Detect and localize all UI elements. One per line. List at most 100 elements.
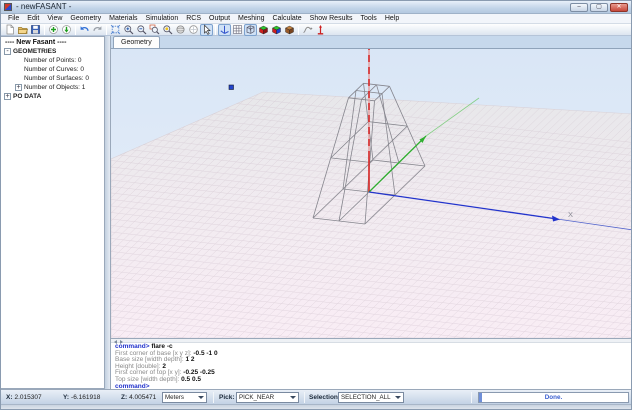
menu-show-results[interactable]: Show Results xyxy=(306,14,357,24)
menu-help[interactable]: Help xyxy=(381,14,403,24)
maximize-button[interactable]: ▢ xyxy=(590,3,608,12)
view-solid-green-icon[interactable] xyxy=(257,24,270,36)
coord-x-label: X: xyxy=(6,394,13,401)
console-param-value: -0.5 -1 0 xyxy=(193,350,217,357)
progress-fill xyxy=(479,393,482,402)
progress-bar: Done. xyxy=(478,392,629,403)
menu-file[interactable]: File xyxy=(4,14,23,24)
tree-node-label: Number of Surfaces: 0 xyxy=(24,74,89,83)
statusbar-separator xyxy=(213,392,214,403)
export-geometry-icon[interactable] xyxy=(60,24,73,36)
curve-tool-icon[interactable] xyxy=(301,24,314,36)
caret-down-icon xyxy=(198,396,204,399)
redo-icon[interactable] xyxy=(91,24,104,36)
scene-canvas: X xyxy=(111,49,632,338)
save-file-icon[interactable] xyxy=(29,24,42,36)
tree-node-label: GEOMETRIES xyxy=(13,47,56,56)
view-solid-rgb-icon[interactable] xyxy=(270,24,283,36)
tree-node-label: Number of Objects: 1 xyxy=(24,83,85,92)
caret-down-icon xyxy=(395,396,401,399)
tree-node-label: Number of Points: 0 xyxy=(24,56,81,65)
console-line: Top size [width depth]: 0.5 0.5 xyxy=(115,377,632,384)
window-title: - newFASANT - xyxy=(16,1,71,13)
content-area: ---- New Fasant ---- -GEOMETRIESNumber o… xyxy=(1,36,631,389)
tab-strip: Geometry xyxy=(111,36,632,49)
menu-calculate[interactable]: Calculate xyxy=(268,14,305,24)
toolbar-separator xyxy=(215,25,216,35)
menu-bar: FileEditViewGeometryMaterialsSimulationR… xyxy=(1,14,631,24)
import-geometry-icon[interactable] xyxy=(47,24,60,36)
expand-icon[interactable]: + xyxy=(15,84,22,91)
tab-geometry[interactable]: Geometry xyxy=(113,36,160,48)
tree-panel: ---- New Fasant ---- -GEOMETRIESNumber o… xyxy=(1,36,105,389)
pick-label: Pick: xyxy=(219,394,235,401)
undo-icon[interactable] xyxy=(78,24,91,36)
tree-node-po-data[interactable]: +PO DATA xyxy=(1,92,104,101)
tree-root[interactable]: ---- New Fasant ---- xyxy=(1,37,104,47)
menu-view[interactable]: View xyxy=(43,14,66,24)
select-cursor-icon[interactable] xyxy=(200,24,213,36)
pan-icon[interactable] xyxy=(187,24,200,36)
menu-simulation[interactable]: Simulation xyxy=(142,14,183,24)
tree-node-number-of-objects[interactable]: +Number of Objects: 1 xyxy=(1,83,104,92)
tree-node-number-of-curves[interactable]: Number of Curves: 0 xyxy=(1,65,104,74)
toolbar-separator xyxy=(44,25,45,35)
command-console: command> flare -cFirst corner of base [x… xyxy=(111,338,632,389)
orbit-icon[interactable] xyxy=(174,24,187,36)
toggle-axes-icon[interactable] xyxy=(218,24,231,36)
pick-dropdown[interactable]: PICK_NEAR xyxy=(236,392,299,403)
status-bar: X:2.015307 Y:-6.161918 Z:4.005471 Meters… xyxy=(1,389,631,404)
zoom-fit-icon[interactable] xyxy=(109,24,122,36)
zoom-window-icon[interactable] xyxy=(148,24,161,36)
menu-meshing[interactable]: Meshing xyxy=(234,14,268,24)
close-button[interactable]: ✕ xyxy=(610,3,628,12)
normals-tool-icon[interactable] xyxy=(314,24,327,36)
menu-rcs[interactable]: RCS xyxy=(182,14,205,24)
point-marker[interactable] xyxy=(229,85,234,90)
project-tree: -GEOMETRIESNumber of Points: 0Number of … xyxy=(1,47,104,101)
menu-output[interactable]: Output xyxy=(205,14,234,24)
minimize-button[interactable]: – xyxy=(570,3,588,12)
open-file-icon[interactable] xyxy=(16,24,29,36)
window-controls: – ▢ ✕ xyxy=(570,3,628,12)
toolbar-separator xyxy=(75,25,76,35)
console-output[interactable]: command> flare -cFirst corner of base [x… xyxy=(111,343,632,389)
coord-z-value: 4.005471 xyxy=(129,394,156,401)
selection-label: Selection: xyxy=(309,394,340,401)
tree-node-label: PO DATA xyxy=(13,92,41,101)
toolbar xyxy=(1,24,631,36)
console-param-value: 1 2 xyxy=(185,356,194,363)
tree-node-number-of-points[interactable]: Number of Points: 0 xyxy=(1,56,104,65)
menu-edit[interactable]: Edit xyxy=(23,14,43,24)
app-window: - newFASANT - – ▢ ✕ FileEditViewGeometry… xyxy=(0,0,632,410)
statusbar-separator xyxy=(471,392,472,403)
app-icon xyxy=(4,3,12,11)
coord-y-label: Y: xyxy=(63,394,69,401)
viewport-3d[interactable]: X xyxy=(111,49,632,338)
console-param-value: 0.5 0.5 xyxy=(181,376,201,383)
zoom-previous-icon[interactable] xyxy=(161,24,174,36)
tree-node-geometries[interactable]: -GEOMETRIES xyxy=(1,47,104,56)
coord-y-value: -6.161918 xyxy=(71,394,100,401)
new-file-icon[interactable] xyxy=(3,24,16,36)
view-solid-brown-icon[interactable] xyxy=(283,24,296,36)
window-bottom-edge xyxy=(1,404,631,410)
statusbar-separator xyxy=(304,392,305,403)
collapse-icon[interactable]: - xyxy=(4,48,11,55)
units-dropdown[interactable]: Meters xyxy=(162,392,207,403)
title-bar: - newFASANT - – ▢ ✕ xyxy=(1,1,631,14)
selection-dropdown[interactable]: SELECTION_ALL xyxy=(338,392,404,403)
x-axis-label: X xyxy=(568,210,573,219)
console-splitter[interactable] xyxy=(111,339,632,343)
menu-geometry[interactable]: Geometry xyxy=(66,14,105,24)
zoom-out-icon[interactable] xyxy=(135,24,148,36)
tree-node-number-of-surfaces[interactable]: Number of Surfaces: 0 xyxy=(1,74,104,83)
zoom-in-icon[interactable] xyxy=(122,24,135,36)
toggle-grid-icon[interactable] xyxy=(231,24,244,36)
toolbar-separator xyxy=(106,25,107,35)
view-wireframe-icon[interactable] xyxy=(244,24,257,36)
console-line: Base size [width depth]: 1 2 xyxy=(115,357,632,364)
menu-materials[interactable]: Materials xyxy=(105,14,141,24)
expand-icon[interactable]: + xyxy=(4,93,11,100)
menu-tools[interactable]: Tools xyxy=(356,14,380,24)
